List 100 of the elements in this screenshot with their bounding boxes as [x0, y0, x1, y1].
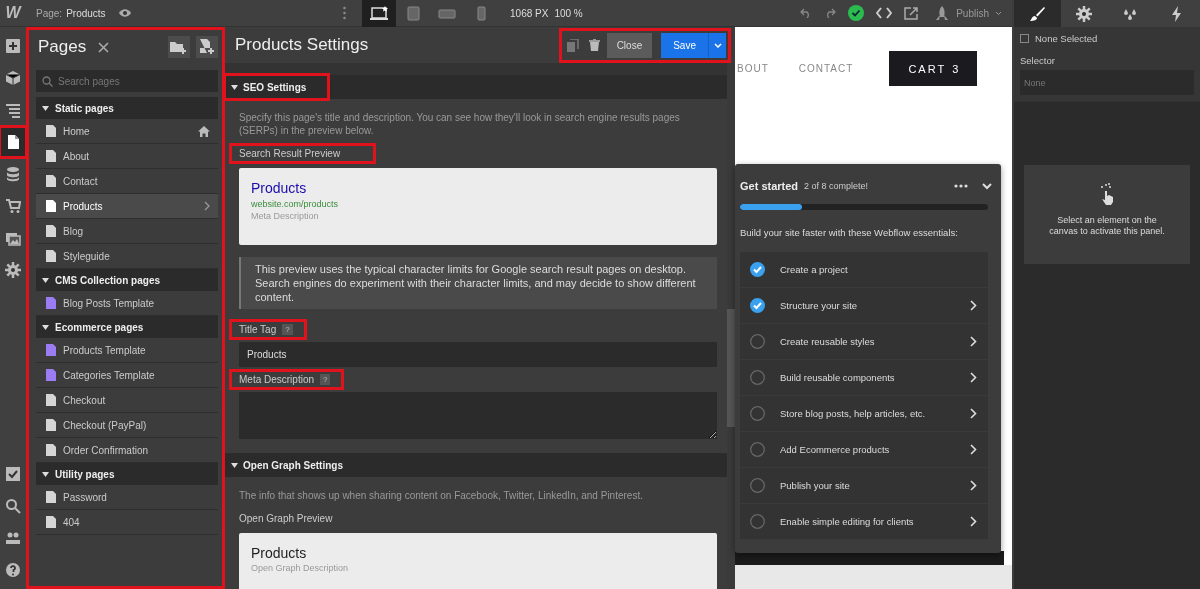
zoom-level: 100 %	[554, 7, 583, 19]
nav-link[interactable]: CONTACT	[798, 63, 854, 74]
page-icon	[46, 516, 56, 528]
more-icon[interactable]	[954, 184, 968, 188]
caret-icon	[995, 10, 1002, 16]
page-item[interactable]: 404	[36, 510, 218, 535]
page-item[interactable]: Password	[36, 485, 218, 510]
page-tab[interactable]	[0, 127, 26, 157]
checklist-icon	[5, 466, 21, 482]
preview-label: Search Result Preview	[231, 145, 375, 162]
triangle-icon	[231, 462, 238, 468]
check-circle-icon[interactable]	[848, 5, 865, 21]
preview-title: Products	[251, 180, 308, 196]
help-badge[interactable]: ?	[320, 374, 331, 385]
page-item[interactable]: Checkout	[36, 388, 218, 413]
images-icon	[5, 230, 21, 246]
triangle-icon	[42, 471, 49, 477]
scrollbar[interactable]	[727, 63, 735, 589]
triangle-icon	[42, 277, 49, 283]
task-item[interactable]: Build reusable components	[740, 360, 988, 396]
cube-icon	[5, 70, 21, 86]
panel-title: Pages	[38, 37, 87, 57]
page-item[interactable]: Products Template	[36, 338, 218, 363]
task-item[interactable]: Publish your site	[740, 468, 988, 504]
group-header[interactable]: Ecommerce pages	[36, 316, 218, 338]
canvas-width: 1068 PX	[510, 7, 549, 19]
webflow-logo[interactable]: W	[0, 4, 26, 22]
add-icon	[5, 38, 21, 54]
chevron-down-icon[interactable]	[982, 182, 992, 190]
description-field[interactable]	[239, 392, 717, 439]
page-label: Page:	[36, 7, 63, 19]
page-item[interactable]: Home	[36, 119, 218, 144]
page-item[interactable]: About	[36, 144, 218, 169]
export-icon[interactable]	[904, 6, 921, 20]
desktop-icon	[370, 5, 389, 21]
section-description: The info that shows up when sharing content on Facebook, Twitter, LinkedIn, and Pinterest.	[239, 489, 644, 502]
search-field[interactable]: Search pages	[36, 70, 218, 92]
eye-icon[interactable]	[117, 8, 132, 18]
page-item[interactable]: Blog	[36, 219, 218, 244]
database-icon	[5, 166, 21, 182]
publish-button[interactable]: Publish	[926, 0, 1012, 27]
task-item[interactable]: Store blog posts, help articles, etc.	[740, 396, 988, 432]
page-plus-icon	[199, 39, 215, 55]
card-title: Get started	[740, 180, 799, 192]
caret-icon	[713, 42, 722, 48]
task-item[interactable]: Create a project	[740, 252, 988, 288]
page-icon	[46, 444, 56, 456]
section-description: Specify this page's title and description. You can see how they'll look in search engine results pages (SERPs) in the preview below.	[239, 111, 681, 137]
checkbox[interactable]	[1020, 33, 1029, 43]
brush-tab[interactable]	[1014, 0, 1061, 27]
page-icon	[46, 200, 56, 212]
dropdown-button[interactable]	[708, 32, 726, 58]
progress-text: 2 of 8 complete!	[804, 181, 869, 191]
group-header[interactable]: CMS Collection pages	[36, 269, 218, 291]
page-icon	[46, 491, 56, 503]
triangle-icon	[42, 324, 49, 330]
page-icon	[46, 150, 56, 162]
info-note: This preview uses the typical character limits for Google search result pages on desktop. Search engines do experiment with their character limits, and may decide to show different content.	[239, 257, 717, 309]
triangle-icon	[231, 84, 238, 90]
page-icon	[5, 134, 21, 150]
page-icon	[46, 125, 56, 137]
nav-link[interactable]: BOUT	[737, 63, 769, 74]
preview-title: Products	[251, 545, 308, 561]
selector-label: Selector	[1020, 55, 1056, 66]
page-icon	[46, 250, 56, 262]
code-icon[interactable]	[876, 7, 893, 19]
folder-plus-icon	[170, 40, 188, 54]
new-page-button[interactable]	[196, 36, 218, 58]
page-item[interactable]: Checkout (PayPal)	[36, 413, 218, 438]
help-badge[interactable]: ?	[282, 324, 293, 335]
close-button[interactable]: Close	[606, 32, 653, 58]
template-page-icon	[46, 297, 56, 309]
template-page-icon	[46, 344, 56, 356]
save-button[interactable]: Save	[661, 32, 708, 58]
trash-icon[interactable]	[588, 39, 600, 51]
task-item[interactable]: Enable simple editing for clients	[740, 504, 988, 540]
selector-field[interactable]: None	[1020, 70, 1194, 95]
duplicate-icon[interactable]	[566, 38, 579, 52]
field-label: Meta Description	[239, 374, 315, 385]
users-icon	[5, 530, 21, 546]
page-item[interactable]: Products	[36, 194, 218, 219]
task-item[interactable]: Structure your site	[740, 288, 988, 324]
field-label: Title Tag	[239, 324, 277, 335]
panel-title: Products Settings	[235, 35, 369, 55]
task-item[interactable]: Add Ecommerce products	[740, 432, 988, 468]
redo-icon[interactable]	[824, 8, 837, 18]
page-icon	[46, 175, 56, 187]
page-name: Products	[66, 7, 106, 19]
breakpoint-button[interactable]	[362, 0, 397, 27]
page-item[interactable]: Categories Template	[36, 363, 218, 388]
new-folder-button[interactable]	[168, 36, 190, 58]
close-icon[interactable]	[98, 41, 110, 53]
cart-button[interactable]: CART 3	[889, 51, 978, 86]
page-icon	[46, 419, 56, 431]
page-icon	[46, 225, 56, 237]
brush-icon	[1029, 5, 1046, 22]
title-field[interactable]: Products	[239, 342, 717, 367]
group-header[interactable]: Static pages	[36, 97, 218, 119]
group-header[interactable]: Utility pages	[36, 463, 218, 485]
task-item[interactable]: Create reusable styles	[740, 324, 988, 360]
